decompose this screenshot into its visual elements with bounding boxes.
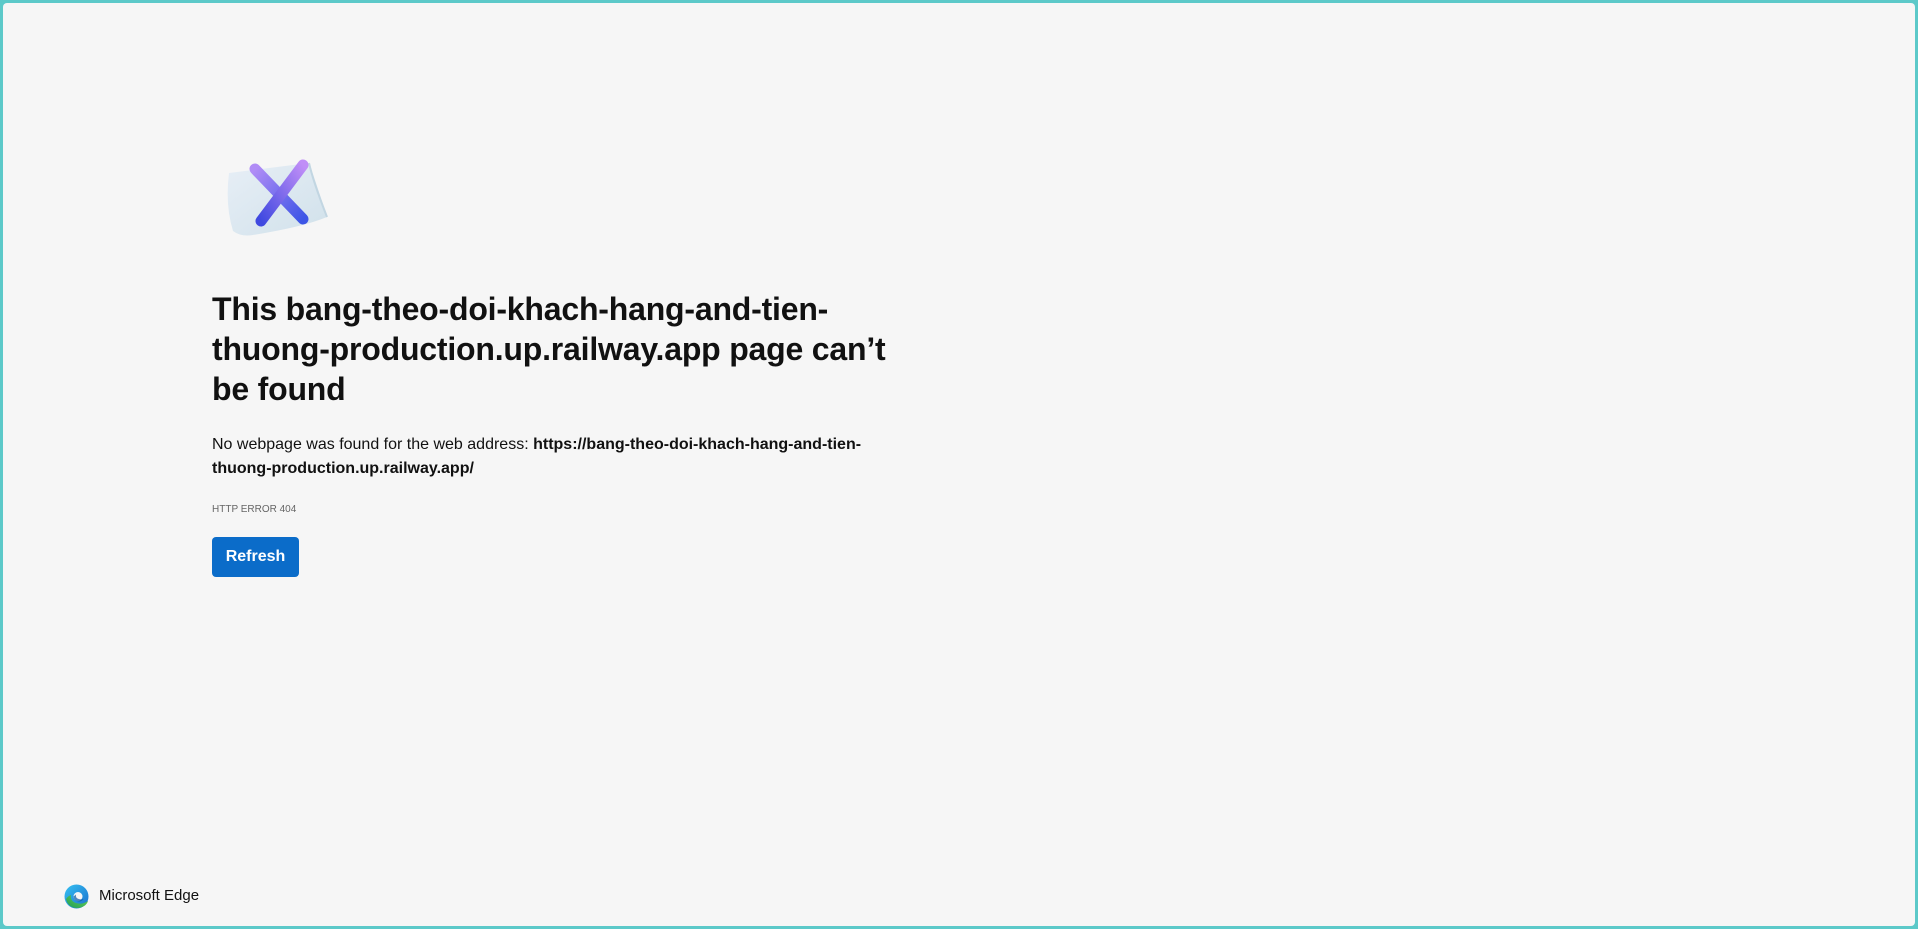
brand-name: Microsoft Edge <box>99 887 200 904</box>
edge-logo-icon <box>64 884 89 908</box>
error-code: HTTP ERROR 404 <box>212 504 297 515</box>
page-error-x-icon <box>227 159 328 236</box>
page-title: This bang-theo-doi-khach-hang-and-tien-t… <box>212 291 886 407</box>
description-prefix: No webpage was found for the web address… <box>212 436 534 453</box>
brand-footer: Microsoft Edge <box>64 883 199 909</box>
error-description: No webpage was found for the web address… <box>212 433 912 481</box>
browser-error-page: This bang-theo-doi-khach-hang-and-tien-t… <box>3 3 1915 926</box>
error-content: This bang-theo-doi-khach-hang-and-tien-t… <box>212 289 912 577</box>
refresh-button[interactable]: Refresh <box>212 537 299 577</box>
